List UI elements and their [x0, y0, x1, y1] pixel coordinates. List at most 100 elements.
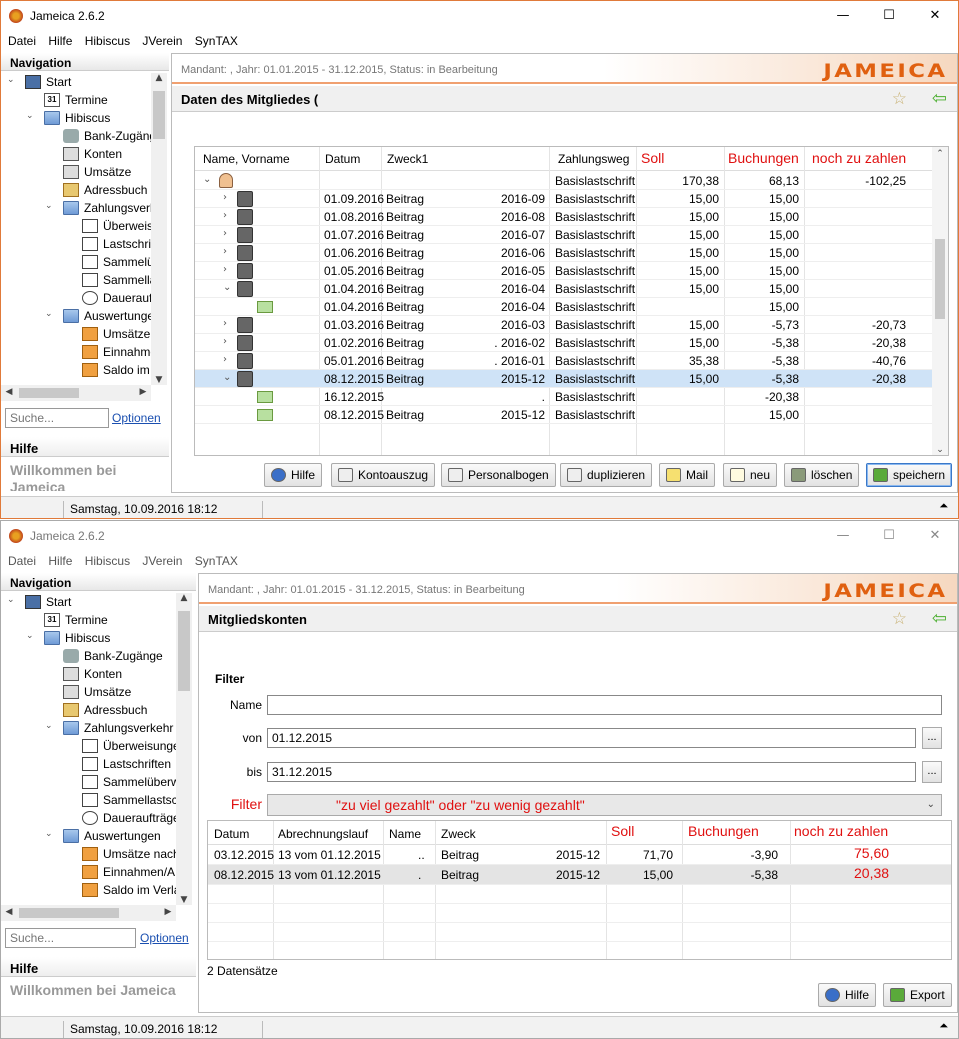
bookmark-star-icon[interactable]: ☆	[892, 609, 907, 629]
tree-expander-icon[interactable]: ⌄	[26, 631, 36, 641]
row-expander-icon[interactable]: ›	[223, 228, 227, 239]
tree-horizontal-scrollbar[interactable]: ◀ ▶	[1, 385, 151, 401]
search-input[interactable]	[5, 928, 136, 948]
col-noch-zu-zahlen[interactable]: noch zu zahlen	[812, 150, 906, 166]
tree-expander-icon[interactable]: ⌄	[26, 111, 36, 121]
options-link[interactable]: Optionen	[140, 931, 189, 945]
title-bar[interactable]: Jameica 2.6.2 — ☐ ✕	[1, 521, 958, 551]
col-zahlungsweg[interactable]: Zahlungsweg	[558, 152, 629, 166]
title-bar[interactable]: Jameica 2.6.2 — ☐ ✕	[1, 1, 958, 31]
expand-log-icon[interactable]: ⏶	[939, 499, 948, 513]
scroll-down-icon[interactable]: ⌄	[932, 445, 948, 455]
tree-item-sammellastschriften[interactable]: Sammellastschriften	[1, 791, 176, 809]
scroll-down-icon[interactable]: ▼	[176, 895, 192, 905]
menu-jverein[interactable]: JVerein	[135, 551, 182, 568]
col-buchungen[interactable]: Buchungen	[688, 823, 759, 839]
table-row[interactable]: › 01.09.2016 Beitrag 2016-09 Basislastschrif…	[195, 190, 932, 208]
menu-datei[interactable]: Datei	[1, 31, 36, 48]
row-expander-icon[interactable]: ›	[223, 354, 227, 365]
personalbogen-button[interactable]: Personalbogen	[441, 463, 556, 487]
scroll-right-icon[interactable]: ▶	[135, 387, 151, 397]
tree-expander-icon[interactable]: ⌄	[45, 721, 55, 731]
tree-item-umsätze-nach[interactable]: Umsätze nach	[1, 845, 176, 863]
help-button[interactable]: Hilfe	[818, 983, 877, 1007]
col-noch-zu-zahlen[interactable]: noch zu zahlen	[794, 823, 888, 839]
table-row[interactable]: 16.12.2015. Basislastschrift -20,38	[195, 388, 932, 406]
save-button[interactable]: speichern	[866, 463, 953, 487]
scroll-down-icon[interactable]: ▼	[151, 375, 167, 385]
col-buchungen[interactable]: Buchungen	[728, 150, 799, 166]
tree-item-umsätze[interactable]: Umsätze	[1, 163, 151, 181]
tree-item-bank-zugänge[interactable]: Bank-Zugänge	[1, 127, 151, 145]
tree-item-einnahmen-a[interactable]: Einnahmen/A	[1, 343, 151, 361]
tree-item-termine[interactable]: 31 Termine	[1, 91, 151, 109]
table-row[interactable]: 08.12.2015 Beitrag 2015-12 Basislastschrift…	[195, 406, 932, 424]
row-expander-icon[interactable]: ⌄	[223, 282, 231, 293]
tree-item-saldo-im-verla[interactable]: Saldo im Verla	[1, 361, 151, 379]
tree-item-saldo-im-verla[interactable]: Saldo im Verla	[1, 881, 176, 899]
scroll-thumb[interactable]	[935, 239, 945, 319]
mail-button[interactable]: Mail	[659, 463, 716, 487]
delete-button[interactable]: löschen	[784, 463, 860, 487]
col-datum[interactable]: Datum	[325, 152, 360, 166]
row-expander-icon[interactable]: ›	[223, 210, 227, 221]
bookmark-star-icon[interactable]: ☆	[892, 89, 907, 109]
filter-select[interactable]: "zu viel gezahlt" oder "zu wenig gezahlt…	[267, 794, 942, 816]
menu-datei[interactable]: Datei	[1, 551, 36, 568]
tree-item-auswertungen[interactable]: ⌄ Auswertungen	[1, 307, 151, 325]
maximize-button[interactable]: ☐	[866, 521, 912, 551]
tree-horizontal-scrollbar[interactable]: ◀ ▶	[1, 905, 176, 921]
scroll-thumb[interactable]	[153, 91, 165, 139]
back-arrow-icon[interactable]: ⇦	[932, 608, 947, 629]
table-row[interactable]: 08.12.2015 13 vom 01.12.2015. Beitrag 2015-…	[208, 865, 951, 885]
tree-item-adressbuch[interactable]: Adressbuch	[1, 701, 176, 719]
minimize-button[interactable]: —	[820, 521, 866, 551]
table-row[interactable]: 01.04.2016 Beitrag 2016-04 Basislastschrift…	[195, 298, 932, 316]
tree-item-konten[interactable]: Konten	[1, 145, 151, 163]
tree-item-sammelüberweisungen[interactable]: Sammelüberweisungen	[1, 773, 176, 791]
menu-syntax[interactable]: SynTAX	[188, 551, 238, 568]
tree-expander-icon[interactable]: ⌄	[45, 309, 55, 319]
help-button[interactable]: Hilfe	[264, 463, 323, 487]
tree-item-adressbuch[interactable]: Adressbuch	[1, 181, 151, 199]
menu-hilfe[interactable]: Hilfe	[41, 31, 72, 48]
tree-item-start[interactable]: ⌄ Start	[1, 73, 151, 91]
tree-vertical-scrollbar[interactable]: ▲ ▼	[176, 593, 192, 905]
scroll-right-icon[interactable]: ▶	[160, 907, 176, 917]
tree-vertical-scrollbar[interactable]: ▲ ▼	[151, 73, 167, 385]
tree-item-hibiscus[interactable]: ⌄ Hibiscus	[1, 109, 151, 127]
search-input[interactable]	[5, 408, 109, 428]
tree-item-sammellastschriften[interactable]: Sammellastschriften	[1, 271, 151, 289]
row-expander-icon[interactable]: ⌄	[203, 174, 211, 185]
row-expander-icon[interactable]: ⌄	[223, 372, 231, 383]
options-link[interactable]: Optionen	[112, 411, 161, 425]
row-expander-icon[interactable]: ›	[223, 192, 227, 203]
table-row[interactable]: › 01.05.2016 Beitrag 2016-05 Basislastschrif…	[195, 262, 932, 280]
table-row[interactable]: ⌄ 01.04.2016 Beitrag 2016-04 Basislastschrif…	[195, 280, 932, 298]
menu-hilfe[interactable]: Hilfe	[41, 551, 72, 568]
tree-item-konten[interactable]: Konten	[1, 665, 176, 683]
von-date-field[interactable]	[267, 728, 916, 748]
scroll-left-icon[interactable]: ◀	[1, 907, 17, 917]
tree-item-auswertungen[interactable]: ⌄ Auswertungen	[1, 827, 176, 845]
tree-item-termine[interactable]: 31 Termine	[1, 611, 176, 629]
tree-item-start[interactable]: ⌄ Start	[1, 593, 176, 611]
tree-item-überweisungen[interactable]: Überweisungen	[1, 737, 176, 755]
maximize-button[interactable]: ☐	[866, 1, 912, 31]
row-expander-icon[interactable]: ›	[223, 318, 227, 329]
tree-expander-icon[interactable]: ⌄	[45, 829, 55, 839]
scroll-thumb[interactable]	[19, 908, 119, 918]
back-arrow-icon[interactable]: ⇦	[932, 88, 947, 109]
col-name[interactable]: Name	[389, 827, 421, 841]
tree-item-daueraufträge[interactable]: Daueraufträge	[1, 809, 176, 827]
table-row[interactable]: › 05.01.2016 Beitrag . 2016-01 Basislastschr…	[195, 352, 932, 370]
name-field[interactable]	[267, 695, 942, 715]
tree-item-zahlungsverkehr[interactable]: ⌄ Zahlungsverkehr	[1, 719, 176, 737]
menu-hibiscus[interactable]: Hibiscus	[78, 551, 130, 568]
export-button[interactable]: Export	[883, 983, 952, 1007]
table-row[interactable]: › 01.07.2016 Beitrag 2016-07 Basislastschrif…	[195, 226, 932, 244]
tree-expander-icon[interactable]: ⌄	[45, 201, 55, 211]
minimize-button[interactable]: —	[820, 1, 866, 31]
von-date-picker-button[interactable]: ...	[922, 727, 942, 749]
scroll-up-icon[interactable]: ⌃	[932, 149, 948, 159]
